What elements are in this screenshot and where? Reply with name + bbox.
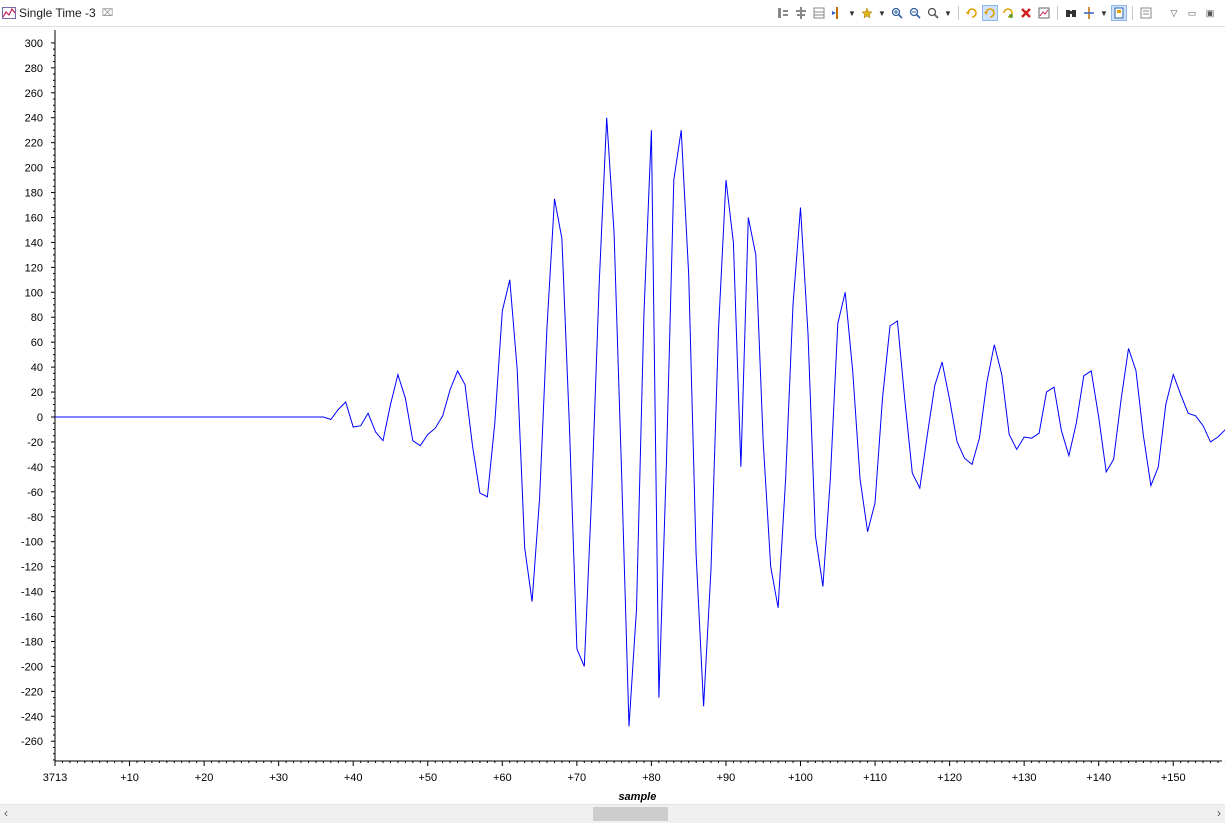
toolbar: ▼ ▼ ▼ ▼ ▽ ▭ ▣ — [776, 3, 1217, 23]
graph-icon — [2, 7, 16, 19]
y-tick-label: 180 — [25, 188, 43, 200]
image-icon[interactable] — [1037, 6, 1051, 20]
y-tick-label: 120 — [25, 262, 43, 274]
x-tick-label: +30 — [269, 772, 288, 784]
y-tick-label: -160 — [21, 612, 43, 624]
refresh-icon[interactable] — [965, 6, 979, 20]
y-tick-label: -40 — [27, 462, 43, 474]
y-tick-label: -240 — [21, 711, 43, 723]
toolbar-separator — [958, 6, 959, 20]
x-axis: 3713 +10 +20 +30 +40 +50 +60 +70 +80 +90 +100 +110 +… — [43, 760, 1225, 784]
toolbar-separator — [1132, 6, 1133, 20]
close-icon[interactable]: ⌧ — [102, 8, 114, 19]
graph-table-icon[interactable] — [812, 6, 826, 20]
time-plot[interactable]: 3002802602402202001801601401201008060402… — [0, 26, 1225, 806]
marker-icon[interactable] — [830, 6, 844, 20]
zoom-out-icon[interactable] — [908, 6, 922, 20]
pin-icon[interactable] — [1111, 5, 1127, 21]
tab-title: Single Time -3 — [19, 6, 96, 20]
x-tick-label: +110 — [863, 772, 887, 784]
scroll-left-icon[interactable]: ‹ — [4, 806, 8, 820]
x-tick-label: +50 — [418, 772, 437, 784]
toolbar-separator — [1057, 6, 1058, 20]
x-tick-label: +80 — [642, 772, 661, 784]
x-tick-label: 3713 — [43, 772, 67, 784]
x-axis-label: sample — [618, 791, 656, 803]
horizontal-scrollbar[interactable]: ‹ › — [0, 804, 1225, 823]
dropdown-icon[interactable]: ▼ — [1100, 6, 1108, 20]
y-tick-label: 280 — [25, 63, 43, 75]
y-tick-label: 240 — [25, 113, 43, 125]
y-tick-label: 20 — [31, 387, 43, 399]
delete-icon[interactable] — [1019, 6, 1033, 20]
y-tick-label: -80 — [27, 512, 43, 524]
view-menu-icon[interactable]: ▽ — [1167, 6, 1181, 20]
y-tick-label: -100 — [21, 537, 43, 549]
tab-single-time[interactable]: Single Time -3 ⌧ — [0, 0, 120, 26]
signal-series-line — [55, 117, 1225, 727]
y-tick-label: 100 — [25, 287, 43, 299]
maximize-icon[interactable]: ▣ — [1203, 6, 1217, 20]
y-tick-label: -60 — [27, 487, 43, 499]
x-tick-label: +90 — [717, 772, 736, 784]
continuous-refresh-icon[interactable] — [1001, 6, 1015, 20]
x-tick-label: +100 — [788, 772, 813, 784]
y-tick-label: -260 — [21, 736, 43, 748]
y-tick-label: 60 — [31, 337, 43, 349]
y-tick-label: -180 — [21, 636, 43, 648]
view-titlebar: Single Time -3 ⌧ ▼ ▼ ▼ ▼ ▽ ▭ ▣ — [0, 0, 1225, 27]
x-tick-label: +40 — [344, 772, 363, 784]
zoom-fit-icon[interactable] — [926, 6, 940, 20]
data-points — [54, 117, 1225, 728]
y-tick-label: 80 — [31, 312, 43, 324]
x-tick-label: +10 — [120, 772, 139, 784]
y-tick-label: -200 — [21, 661, 43, 673]
x-tick-label: +20 — [195, 772, 214, 784]
y-tick-label: -120 — [21, 562, 43, 574]
y-axis: 3002802602402202001801601401201008060402… — [21, 30, 56, 761]
x-tick-label: +60 — [493, 772, 512, 784]
y-tick-label: 140 — [25, 237, 43, 249]
y-tick-label: -220 — [21, 686, 43, 698]
dropdown-icon[interactable]: ▼ — [944, 6, 952, 20]
star-icon[interactable] — [860, 6, 874, 20]
graph-align-icon[interactable] — [776, 6, 790, 20]
scrollbar-thumb[interactable] — [593, 807, 668, 821]
y-tick-label: 160 — [25, 212, 43, 224]
y-tick-label: 200 — [25, 163, 43, 175]
minimize-icon[interactable]: ▭ — [1185, 6, 1199, 20]
dropdown-icon[interactable]: ▼ — [878, 6, 886, 20]
y-tick-label: 0 — [37, 412, 43, 424]
zoom-in-icon[interactable] — [890, 6, 904, 20]
y-tick-label: 220 — [25, 138, 43, 150]
properties-icon[interactable] — [1139, 6, 1153, 20]
x-tick-label: +120 — [937, 772, 962, 784]
y-tick-label: -140 — [21, 587, 43, 599]
x-tick-label: +130 — [1012, 772, 1037, 784]
y-tick-label: -20 — [27, 437, 43, 449]
dropdown-icon[interactable]: ▼ — [848, 6, 856, 20]
y-tick-label: 260 — [25, 88, 43, 100]
x-tick-label: +70 — [568, 772, 587, 784]
y-tick-label: 40 — [31, 362, 43, 374]
scroll-right-icon[interactable]: › — [1217, 806, 1221, 820]
y-tick-label: 300 — [25, 38, 43, 50]
find-icon[interactable] — [1064, 6, 1078, 20]
graph-center-icon[interactable] — [794, 6, 808, 20]
x-tick-label: +140 — [1086, 772, 1111, 784]
refresh-auto-icon[interactable] — [982, 5, 998, 21]
x-tick-label: +150 — [1161, 772, 1186, 784]
settings-icon[interactable] — [1082, 6, 1096, 20]
